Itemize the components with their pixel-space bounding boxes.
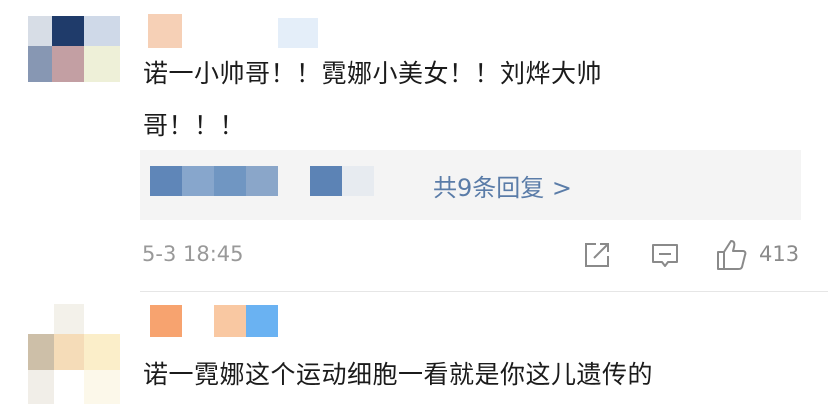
- avatar[interactable]: [28, 304, 120, 404]
- like-count: 413: [759, 242, 800, 266]
- like-button[interactable]: [715, 238, 749, 272]
- share-button[interactable]: [582, 240, 612, 270]
- comment-button[interactable]: [650, 241, 680, 271]
- username[interactable]: [148, 14, 318, 48]
- comment-icon: [652, 244, 678, 267]
- username[interactable]: [150, 305, 280, 337]
- comment-text-line-2: 哥！！！: [143, 111, 246, 140]
- share-icon: [585, 243, 609, 267]
- comment-text: 诺一小帅哥！！霓娜小美女！！刘烨大帅 哥！！！: [143, 48, 602, 152]
- avatar[interactable]: [28, 16, 120, 82]
- comment-text-line-1: 诺一小帅哥！！霓娜小美女！！刘烨大帅: [143, 59, 603, 88]
- view-replies-link[interactable]: 共9条回复 >: [433, 168, 572, 203]
- reply-author-names[interactable]: [150, 166, 380, 196]
- comment-text: 诺一霓娜这个运动细胞一看就是你这儿遗传的: [143, 360, 654, 389]
- thumbs-up-icon: [717, 240, 747, 270]
- comment-timestamp: 5-3 18:45: [142, 242, 244, 266]
- comment-divider: [140, 291, 828, 292]
